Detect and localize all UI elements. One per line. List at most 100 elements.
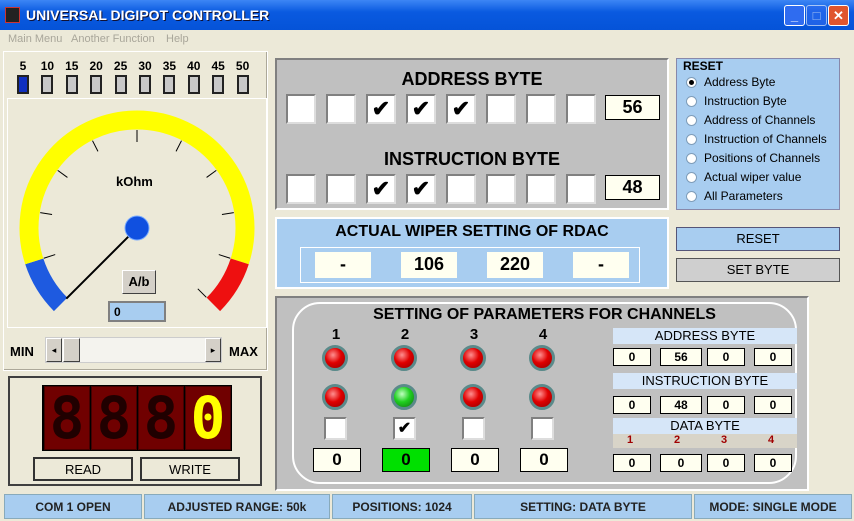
instruction-byte-bit-1[interactable] (526, 174, 556, 204)
radio-button[interactable] (686, 191, 697, 202)
reset-option[interactable]: Address of Channels (686, 113, 815, 127)
write-button[interactable]: WRITE (140, 457, 240, 481)
channel-checkbox-3[interactable] (462, 417, 485, 440)
slider-right-arrow[interactable]: ▸ (205, 338, 221, 362)
read-button[interactable]: READ (33, 457, 133, 481)
window-title: UNIVERSAL DIGIPOT CONTROLLER (26, 7, 270, 23)
reset-option-label: Address Byte (704, 75, 776, 89)
channel-checkbox-1[interactable] (324, 417, 347, 440)
range-label-5: 5 (19, 59, 27, 73)
range-switch-5[interactable] (17, 75, 29, 94)
instruction-byte-bit-4[interactable]: ✔ (406, 174, 436, 204)
gauge-tick (221, 212, 234, 216)
range-switch-45[interactable] (212, 75, 225, 94)
reset-option[interactable]: Address Byte (686, 75, 775, 89)
range-switch-30[interactable] (139, 75, 151, 94)
status-3: POSITIONS: 1024 (332, 494, 472, 519)
radio-button[interactable] (686, 96, 697, 107)
range-switch-25[interactable] (114, 75, 127, 94)
gauge-tick (40, 212, 53, 216)
radio-button[interactable] (686, 77, 697, 88)
address-byte-bit-5[interactable]: ✔ (366, 94, 396, 124)
channel-checkbox-4[interactable] (531, 417, 554, 440)
range-switch-35[interactable] (163, 75, 176, 94)
channel-value-1: 0 (313, 448, 361, 472)
ch-data-value-1: 0 (613, 454, 651, 472)
gauge-value-field: 0 (108, 301, 166, 322)
address-byte-bit-3[interactable]: ✔ (446, 94, 476, 124)
ch-address-value-1: 0 (613, 348, 651, 366)
instruction-byte-bit-6[interactable] (326, 174, 356, 204)
ch-instruction-value-2: 48 (660, 396, 702, 414)
digit-4: 0 (185, 386, 231, 450)
range-label-40: 40 (187, 59, 201, 73)
range-switch-50[interactable] (236, 75, 249, 94)
reset-option[interactable]: All Parameters (686, 189, 783, 203)
menu-help[interactable]: Help (166, 33, 189, 45)
gauge-tick (197, 288, 207, 298)
instruction-byte-bit-7[interactable] (286, 174, 316, 204)
gauge-tick (57, 169, 68, 178)
close-button[interactable]: ✕ (828, 5, 849, 26)
channel-number-3: 3 (469, 326, 479, 343)
minimize-button[interactable]: _ (784, 5, 805, 26)
channel-led-bottom (529, 384, 555, 410)
slider-left-arrow[interactable]: ◂ (46, 338, 62, 362)
maximize-button[interactable]: □ (806, 5, 827, 26)
channel-number-2: 2 (400, 326, 410, 343)
menu-another-function[interactable]: Another Function (71, 33, 155, 45)
radio-button[interactable] (686, 115, 697, 126)
range-switch-15[interactable] (65, 75, 78, 94)
status-5: MODE: SINGLE MODE (694, 494, 852, 519)
channel-value-2: 0 (382, 448, 430, 472)
ch-data-value-3: 0 (707, 454, 745, 472)
reset-option[interactable]: Instruction Byte (686, 94, 787, 108)
reset-button[interactable]: RESET (676, 227, 840, 251)
channel-value-4: 0 (520, 448, 568, 472)
gauge-tick (175, 140, 182, 152)
instruction-byte-bit-0[interactable] (566, 174, 596, 204)
radio-button[interactable] (686, 153, 697, 164)
radio-button[interactable] (686, 134, 697, 145)
instruction-byte-bit-3[interactable] (446, 174, 476, 204)
gauge-tick (206, 169, 217, 178)
gauge (19, 110, 255, 312)
instruction-byte-bit-2[interactable] (486, 174, 516, 204)
channel-led-top (391, 345, 417, 371)
address-byte-bit-6[interactable] (326, 94, 356, 124)
status-4: SETTING: DATA BYTE (474, 494, 692, 519)
data-channel-label: 2 (674, 434, 681, 446)
gauge-hub (124, 215, 150, 241)
wiper-value-2: 106 (401, 252, 457, 278)
range-label-10: 10 (40, 59, 55, 73)
range-label-30: 30 (138, 59, 152, 73)
ab-button[interactable]: A/b (122, 270, 156, 294)
reset-option[interactable]: Instruction of Channels (686, 132, 827, 146)
address-byte-bit-1[interactable] (526, 94, 556, 124)
range-slider[interactable]: ◂ ▸ (45, 337, 222, 363)
channel-checkbox-2[interactable]: ✔ (393, 417, 416, 440)
range-label-50: 50 (235, 59, 250, 73)
address-byte-bit-0[interactable] (566, 94, 596, 124)
channel-led-top (529, 345, 555, 371)
address-byte-bit-7[interactable] (286, 94, 316, 124)
wiper-title: ACTUAL WIPER SETTING OF RDAC (335, 223, 609, 240)
reset-option[interactable]: Positions of Channels (686, 151, 820, 165)
radio-button[interactable] (686, 172, 697, 183)
gauge-tick (92, 140, 99, 152)
slider-thumb[interactable] (63, 338, 80, 362)
ch-instruction-value-1: 0 (613, 396, 651, 414)
instruction-byte-bit-5[interactable]: ✔ (366, 174, 396, 204)
reset-option[interactable]: Actual wiper value (686, 170, 801, 184)
range-switch-10[interactable] (41, 75, 54, 94)
address-byte-bit-2[interactable] (486, 94, 516, 124)
range-switch-40[interactable] (187, 75, 200, 94)
ch-data-title: DATA BYTE (613, 418, 797, 434)
range-switch-20[interactable] (90, 75, 103, 94)
app-icon (5, 7, 20, 23)
menu-main[interactable]: Main Menu (8, 33, 62, 45)
channels-title: SETTING OF PARAMETERS FOR CHANNELS (373, 306, 716, 323)
address-byte-bit-4[interactable]: ✔ (406, 94, 436, 124)
range-label-35: 35 (162, 59, 177, 73)
set-byte-button[interactable]: SET BYTE (676, 258, 840, 282)
